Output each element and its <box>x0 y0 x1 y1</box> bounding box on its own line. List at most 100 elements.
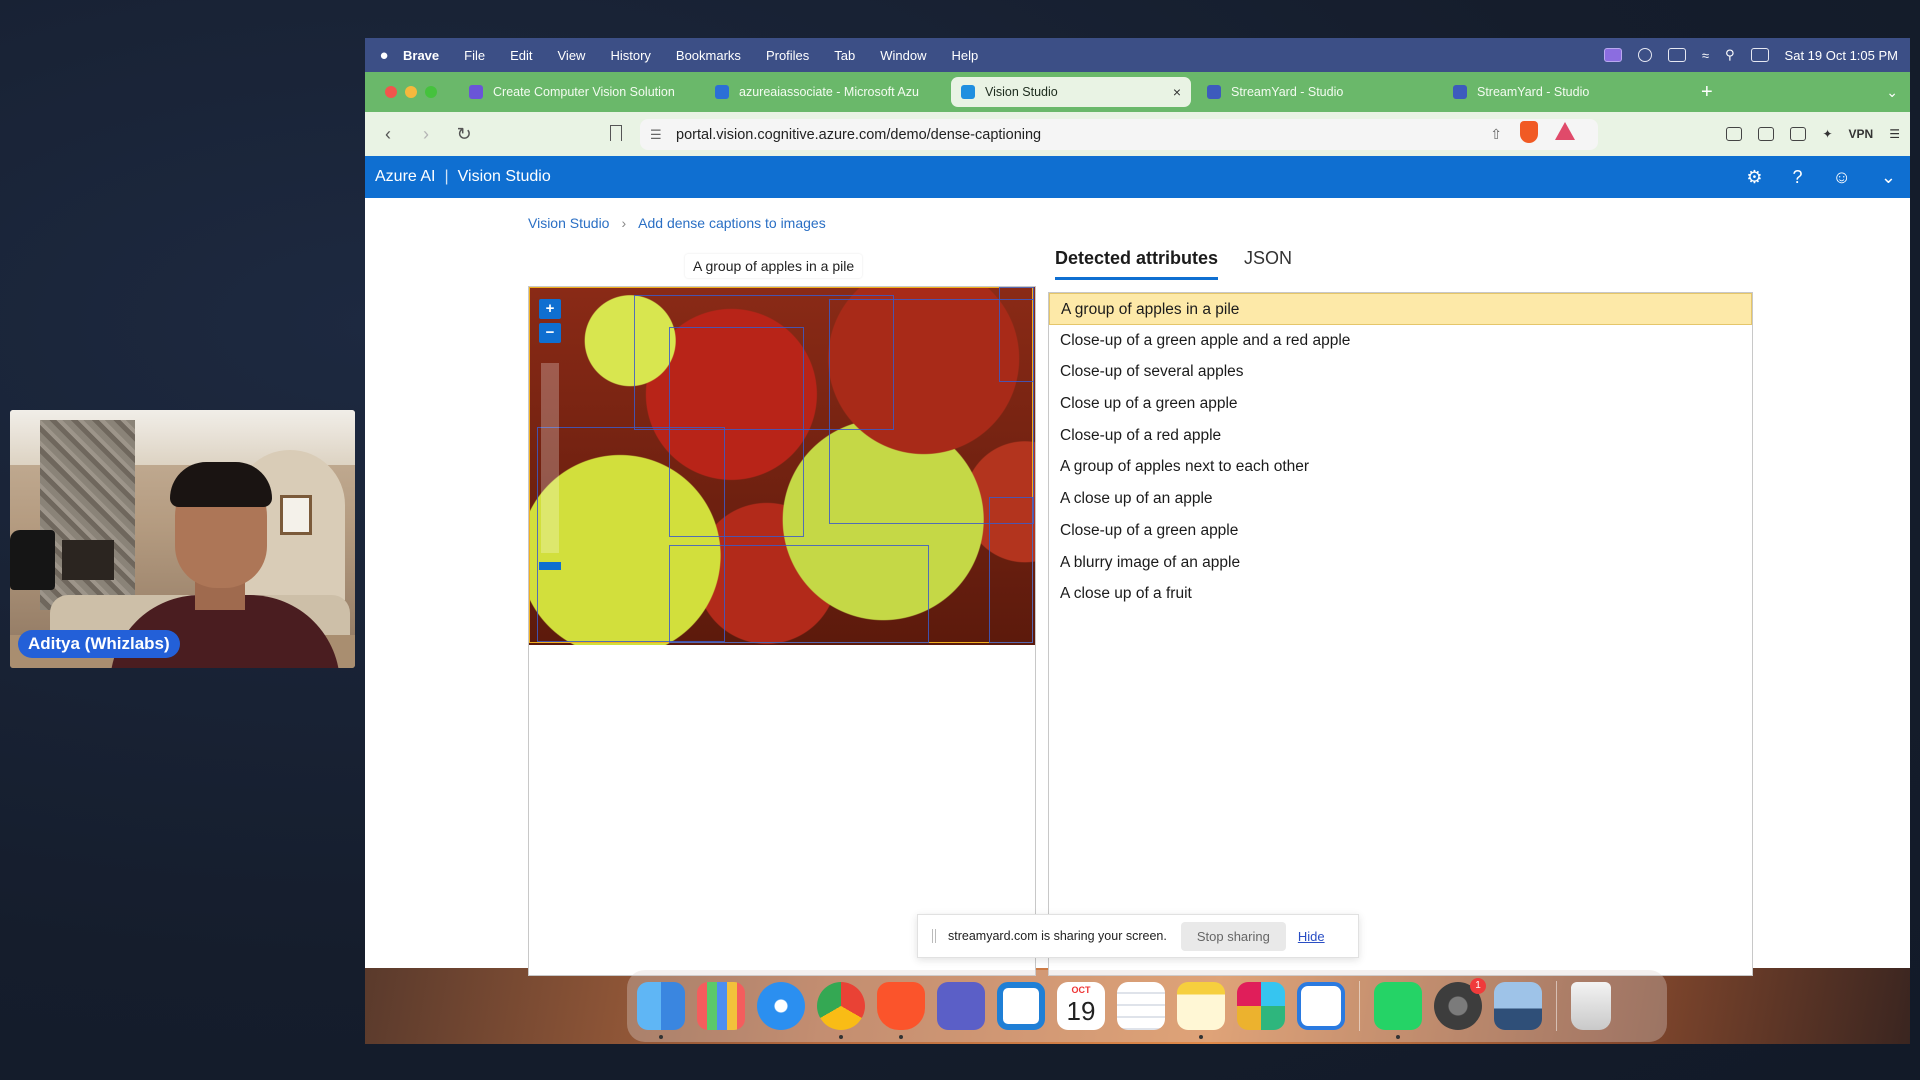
tab-azure-portal[interactable]: azureaiassociate - Microsoft Azu <box>705 77 945 107</box>
close-window-button[interactable] <box>385 86 397 98</box>
webcam-name-tag: Aditya (Whizlabs) <box>18 630 180 658</box>
notes-icon[interactable] <box>1177 982 1225 1039</box>
close-tab-icon[interactable]: × <box>1173 84 1181 100</box>
chrome-icon[interactable] <box>817 982 865 1039</box>
site-info-icon[interactable]: ☰ <box>650 127 676 143</box>
tab-title: Create Computer Vision Solution <box>493 85 675 99</box>
caption-item[interactable]: Close up of a green apple <box>1049 388 1752 420</box>
sharing-message: streamyard.com is sharing your screen. <box>948 929 1167 943</box>
help-icon[interactable]: ? <box>1793 167 1803 188</box>
tab-detected-attributes[interactable]: Detected attributes <box>1055 248 1219 280</box>
address-bar[interactable]: ☰ portal.vision.cognitive.azure.com/demo… <box>640 119 1598 150</box>
wallet-icon[interactable] <box>1790 127 1807 141</box>
screen-sharing-notification: streamyard.com is sharing your screen. S… <box>917 914 1359 958</box>
vision-studio-brand[interactable]: Vision Studio <box>458 168 551 186</box>
breadcrumb-current-link[interactable]: Add dense captions to images <box>638 215 826 231</box>
zoom-slider-track[interactable] <box>541 363 559 553</box>
reload-button[interactable]: ↻ <box>449 124 479 145</box>
tab-json[interactable]: JSON <box>1244 248 1292 280</box>
menu-view[interactable]: View <box>558 48 586 63</box>
battery-icon[interactable] <box>1667 48 1686 62</box>
slack-icon[interactable] <box>1237 982 1285 1030</box>
vpn-button[interactable]: VPN <box>1849 127 1874 141</box>
account-chevron-down-icon[interactable]: ⌄ <box>1881 167 1896 188</box>
vscode-icon[interactable] <box>997 982 1045 1030</box>
tab-streamyard-1[interactable]: StreamYard - Studio <box>1197 77 1437 107</box>
browser-menu-icon[interactable]: ☰ <box>1889 127 1900 141</box>
caption-item[interactable]: Close-up of a green apple <box>1049 515 1752 547</box>
settings-gear-icon[interactable]: ⚙ <box>1746 167 1762 188</box>
tab-streamyard-2[interactable]: StreamYard - Studio <box>1443 77 1683 107</box>
system-settings-icon[interactable]: 1 <box>1434 978 1486 1030</box>
caption-item[interactable]: Close-up of several apples <box>1049 356 1752 388</box>
feedback-smiley-icon[interactable]: ☺ <box>1833 167 1851 188</box>
tasks-icon[interactable] <box>1297 982 1345 1030</box>
leo-ai-icon[interactable]: ✦ <box>1822 127 1832 141</box>
reminders-icon[interactable] <box>1117 982 1165 1030</box>
url-text[interactable]: portal.vision.cognitive.azure.com/demo/d… <box>676 127 1041 143</box>
zoom-slider-thumb[interactable] <box>539 562 561 570</box>
wifi-icon[interactable]: ≈ <box>1702 48 1709 63</box>
airdrop-icon[interactable] <box>1637 48 1652 62</box>
brave-icon[interactable] <box>877 982 925 1039</box>
menu-edit[interactable]: Edit <box>510 48 532 63</box>
detection-box[interactable] <box>669 545 929 643</box>
new-tab-button[interactable]: + <box>1701 81 1713 104</box>
caption-item-selected[interactable]: A group of apples in a pile <box>1049 293 1752 325</box>
tab-title: azureaiassociate - Microsoft Azu <box>739 85 919 99</box>
brave-shields-icon[interactable] <box>1520 121 1538 143</box>
menu-help[interactable]: Help <box>952 48 979 63</box>
drag-handle-icon[interactable] <box>932 929 936 943</box>
stop-sharing-button[interactable]: Stop sharing <box>1180 921 1286 951</box>
menu-tab[interactable]: Tab <box>834 48 855 63</box>
caption-item[interactable]: A close up of an apple <box>1049 483 1752 515</box>
menu-bookmarks[interactable]: Bookmarks <box>676 48 741 63</box>
menu-profiles[interactable]: Profiles <box>766 48 809 63</box>
minimize-window-button[interactable] <box>405 86 417 98</box>
whatsapp-icon[interactable] <box>1374 982 1422 1039</box>
detection-box[interactable] <box>989 497 1033 643</box>
caption-item[interactable]: Close-up of a red apple <box>1049 420 1752 452</box>
preview-icon[interactable] <box>1494 982 1542 1030</box>
menubar-clock[interactable]: Sat 19 Oct 1:05 PM <box>1785 48 1898 63</box>
forward-button[interactable]: › <box>411 124 441 145</box>
launchpad-icon[interactable] <box>697 982 745 1030</box>
breadcrumb-vision-studio-link[interactable]: Vision Studio <box>528 215 609 231</box>
menu-app-brave[interactable]: Brave <box>403 48 439 63</box>
finder-icon[interactable] <box>637 982 685 1039</box>
caption-tooltip: A group of apples in a pile <box>685 254 863 278</box>
share-icon[interactable]: ⇧ <box>1490 126 1502 143</box>
caption-item[interactable]: A group of apples next to each other <box>1049 451 1752 483</box>
menu-history[interactable]: History <box>610 48 650 63</box>
running-indicator <box>1396 1035 1400 1039</box>
teams-icon[interactable] <box>937 982 985 1030</box>
running-indicator <box>899 1035 903 1039</box>
tab-create-computer-vision[interactable]: Create Computer Vision Solution <box>459 77 699 107</box>
azure-ai-brand[interactable]: Azure AI <box>375 168 435 186</box>
spotlight-search-icon[interactable]: ⚲ <box>1725 47 1735 63</box>
zoom-out-button[interactable]: − <box>539 323 561 343</box>
apple-menu-icon[interactable]: ● <box>365 47 403 64</box>
caption-item[interactable]: A close up of a fruit <box>1049 578 1752 610</box>
brave-rewards-icon[interactable] <box>1555 122 1575 140</box>
zoom-in-button[interactable]: + <box>539 299 561 319</box>
calendar-icon[interactable]: OCT 19 <box>1057 982 1105 1030</box>
hide-sharing-bar-link[interactable]: Hide <box>1298 929 1325 944</box>
tab-list-chevron-icon[interactable]: ⌄ <box>1886 84 1898 101</box>
menu-file[interactable]: File <box>464 48 485 63</box>
extensions-icon[interactable] <box>1726 127 1743 141</box>
screen-share-icon[interactable] <box>1603 48 1622 62</box>
fullscreen-window-button[interactable] <box>425 86 437 98</box>
tab-vision-studio[interactable]: Vision Studio × <box>951 77 1191 107</box>
back-button[interactable]: ‹ <box>373 124 403 145</box>
control-center-icon[interactable] <box>1750 48 1769 62</box>
detection-box[interactable] <box>999 287 1034 382</box>
caption-item[interactable]: A blurry image of an apple <box>1049 547 1752 579</box>
safari-icon[interactable] <box>757 982 805 1030</box>
trash-icon[interactable] <box>1571 982 1611 1030</box>
bookmark-icon[interactable] <box>610 125 622 141</box>
caption-item[interactable]: Close-up of a green apple and a red appl… <box>1049 325 1752 357</box>
sidebar-icon[interactable] <box>1758 127 1775 141</box>
apples-image[interactable]: + − <box>529 287 1035 645</box>
menu-window[interactable]: Window <box>880 48 926 63</box>
